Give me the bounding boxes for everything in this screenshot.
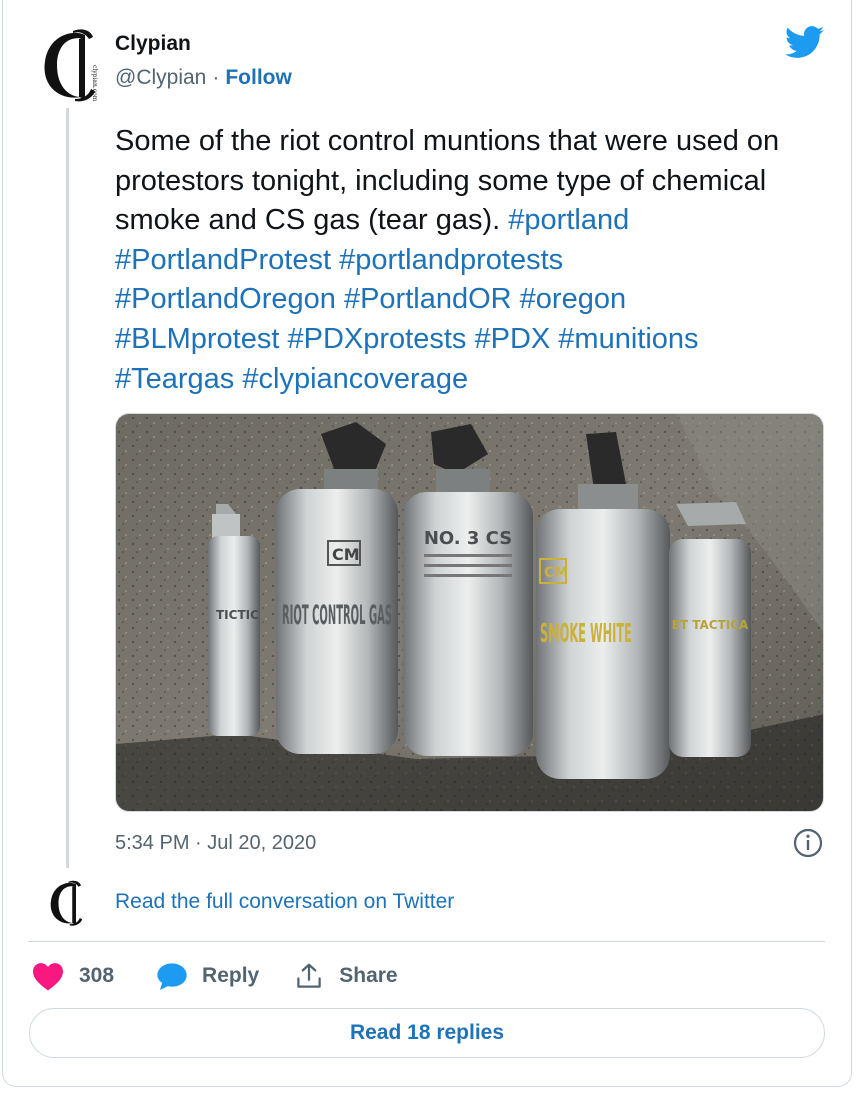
twitter-bird-icon[interactable]	[785, 26, 825, 59]
hashtag-pdxprotests[interactable]: #PDXprotests	[287, 323, 466, 355]
hashtag-portlandprotests[interactable]: #portlandprotests	[339, 244, 563, 276]
heart-icon	[33, 963, 63, 991]
thread-line	[66, 108, 69, 868]
embedded-tweet-card: clypian.com Clypian @Clypian · Follow So…	[2, 0, 852, 1087]
canister-2-label: RIOT CONTROL GAS	[282, 600, 392, 631]
author-handle[interactable]: @Clypian	[115, 66, 206, 90]
tweet-body: Some of the riot control muntions that w…	[115, 125, 788, 237]
svg-text:ET TACTICA: ET TACTICA	[672, 618, 749, 632]
svg-text:TICTIC: TICTIC	[216, 608, 259, 622]
like-count: 308	[79, 964, 115, 987]
canister-3-label: NO. 3 CS	[424, 528, 512, 549]
small-avatar[interactable]	[43, 878, 89, 928]
separator-dot: ·	[212, 66, 220, 89]
author-name[interactable]: Clypian	[115, 32, 191, 56]
tweet-timestamp[interactable]: 5:34 PM · Jul 20, 2020	[115, 832, 316, 855]
action-bar: 308 Reply Share	[31, 958, 398, 994]
canister-4-label: SMOKE WHITE	[540, 619, 632, 649]
clypian-logo-small-icon	[50, 880, 83, 926]
hashtag-clypiancoverage[interactable]: #clypiancoverage	[242, 363, 468, 395]
canister-2-brand: CM	[332, 545, 360, 564]
reply-button[interactable]: Reply	[156, 961, 259, 991]
share-label: Share	[339, 964, 398, 987]
clypian-logo-icon: clypian.com	[44, 29, 98, 102]
like-button[interactable]: 308	[31, 961, 114, 991]
read-replies-button[interactable]: Read 18 replies	[29, 1008, 825, 1058]
speech-bubble-icon	[157, 963, 187, 990]
share-upload-icon	[297, 963, 321, 988]
hashtag-portland[interactable]: #portland	[508, 204, 629, 236]
avatar[interactable]: clypian.com	[33, 25, 105, 105]
reply-label: Reply	[202, 964, 260, 987]
hashtag-pdx[interactable]: #PDX	[474, 323, 550, 355]
canister-4-brand: CM	[544, 565, 568, 581]
divider	[28, 941, 825, 942]
tweet-photo[interactable]: TICTIC CM RIOT CONTROL GAS NO. 3 CS CM S…	[115, 413, 824, 812]
follow-button[interactable]: Follow	[225, 66, 292, 90]
share-button[interactable]: Share	[293, 961, 398, 991]
read-conversation-link[interactable]: Read the full conversation on Twitter	[115, 890, 454, 914]
hashtag-portlandoregon[interactable]: #PortlandOregon	[115, 283, 336, 315]
hashtag-portlandor[interactable]: #PortlandOR	[344, 283, 512, 315]
tweet-text: Some of the riot control muntions that w…	[115, 122, 835, 399]
avatar-subtext: clypian.com	[91, 65, 98, 102]
hashtag-teargas[interactable]: #Teargas	[115, 363, 234, 395]
hashtag-blmprotest[interactable]: #BLMprotest	[115, 323, 279, 355]
hashtag-oregon[interactable]: #oregon	[520, 283, 626, 315]
author-handle-row: @Clypian · Follow	[115, 66, 292, 90]
hashtag-munitions[interactable]: #munitions	[558, 323, 698, 355]
info-icon[interactable]	[792, 827, 824, 859]
munitions-photo: TICTIC CM RIOT CONTROL GAS NO. 3 CS CM S…	[116, 414, 823, 811]
hashtag-portlandprotest[interactable]: #PortlandProtest	[115, 244, 331, 276]
